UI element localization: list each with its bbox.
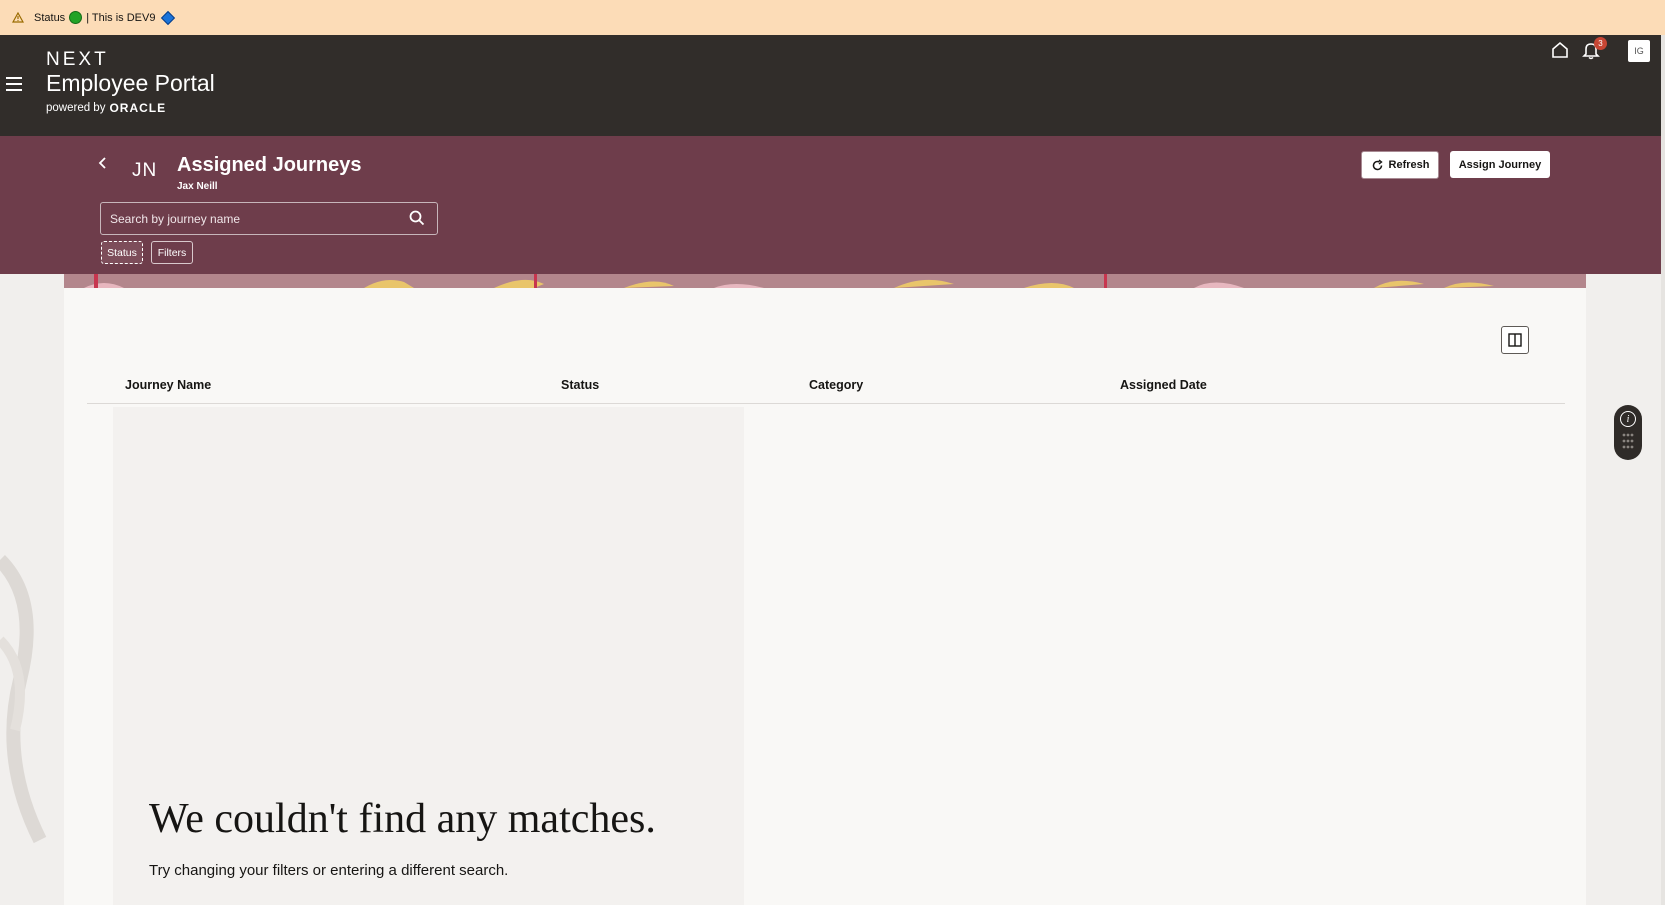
help-widget[interactable]: i: [1614, 405, 1642, 460]
decorative-pattern-strip: [64, 274, 1586, 288]
table-header-divider: [87, 403, 1565, 404]
status-filter-chip[interactable]: Status: [101, 241, 143, 264]
column-layout-icon[interactable]: [1501, 326, 1529, 354]
diamond-icon: [161, 10, 176, 25]
notification-count-badge: 3: [1594, 37, 1607, 50]
app-header: NEXT Employee Portal powered by ORACLE: [0, 35, 1661, 136]
page-header-band: JN Assigned Journeys Jax Neill Refresh A…: [0, 136, 1661, 274]
status-green-dot-icon: [69, 11, 83, 24]
brand-next: NEXT: [46, 49, 109, 70]
hamburger-menu-icon[interactable]: [6, 77, 22, 91]
powered-by: powered by ORACLE: [46, 101, 215, 115]
user-avatar[interactable]: IG: [1628, 40, 1650, 62]
assign-journey-button[interactable]: Assign Journey: [1450, 151, 1550, 178]
employee-name: Jax Neill: [177, 181, 218, 192]
environment-banner: Status | This is DEV9: [0, 0, 1665, 35]
powered-by-text: powered by: [46, 102, 106, 114]
home-icon[interactable]: [1551, 41, 1569, 59]
refresh-label: Refresh: [1388, 159, 1430, 171]
employee-initials: JN: [132, 160, 158, 181]
background-swirl-decoration: [0, 555, 47, 844]
brand-title: Employee Portal: [46, 70, 215, 96]
journey-search-field[interactable]: [100, 202, 438, 235]
brand-logo[interactable]: NEXT Employee Portal powered by ORACLE: [46, 49, 215, 115]
banner-env-text: | This is DEV9: [86, 11, 156, 24]
banner-status-label: Status: [34, 11, 66, 24]
refresh-icon: [1372, 158, 1383, 170]
column-header-assigned-date[interactable]: Assigned Date: [1120, 378, 1207, 392]
column-header-status[interactable]: Status: [561, 378, 599, 392]
empty-state-message: Try changing your filters or entering a …: [149, 862, 509, 879]
column-header-journey-name[interactable]: Journey Name: [125, 378, 211, 392]
page-scrollbar[interactable]: [1661, 35, 1665, 905]
column-header-category[interactable]: Category: [809, 378, 863, 392]
filters-chip[interactable]: Filters: [151, 241, 193, 264]
back-arrow-icon[interactable]: [96, 156, 110, 170]
drag-handle-icon[interactable]: [1622, 432, 1634, 452]
page-title: Assigned Journeys: [177, 154, 362, 176]
warning-icon: [10, 10, 26, 26]
refresh-button[interactable]: Refresh: [1361, 151, 1439, 179]
oracle-wordmark: ORACLE: [109, 101, 167, 115]
empty-state-title: We couldn't find any matches.: [149, 796, 656, 842]
search-icon[interactable]: [409, 210, 425, 226]
search-input[interactable]: [101, 210, 402, 227]
info-icon[interactable]: i: [1620, 411, 1636, 427]
